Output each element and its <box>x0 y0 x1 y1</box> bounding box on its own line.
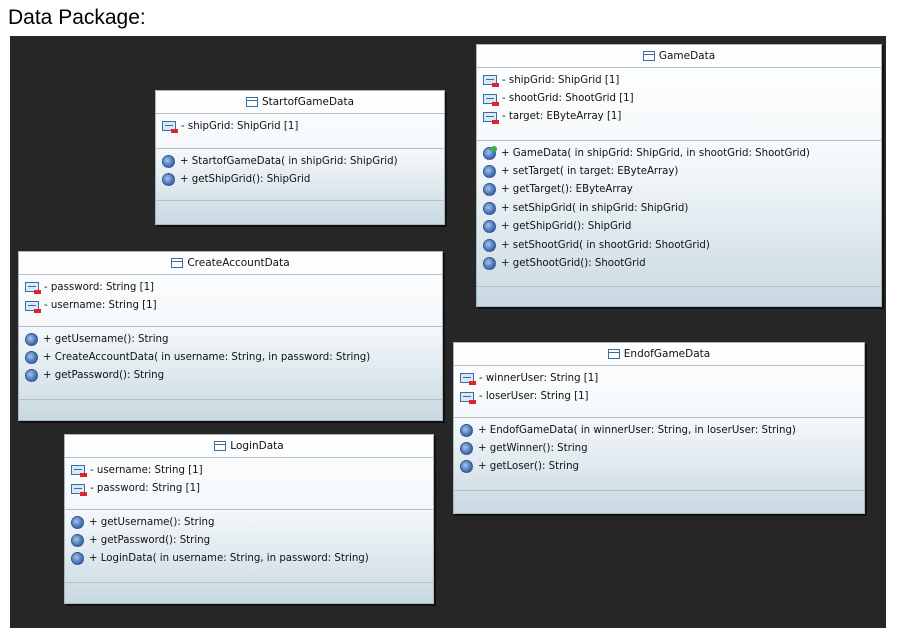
operations-compartment: + StartofGameData( in shipGrid: ShipGrid… <box>156 149 444 201</box>
operation-row[interactable]: + EndofGameData( in winnerUser: String, … <box>460 421 860 439</box>
operation-row[interactable]: + getUsername(): String <box>71 513 429 531</box>
public-operation-icon <box>483 183 496 197</box>
attribute-row[interactable]: - target: EByteArray [1] <box>483 108 877 126</box>
operation-row[interactable]: + StartofGameData( in shipGrid: ShipGrid… <box>162 152 440 170</box>
public-operation-icon <box>483 238 496 252</box>
operation-row[interactable]: + getPassword(): String <box>25 367 438 385</box>
public-operation-icon <box>71 552 84 566</box>
attributes-compartment: - username: String [1] - password: Strin… <box>65 458 433 510</box>
attributes-compartment: - winnerUser: String [1] - loserUser: St… <box>454 366 864 418</box>
class-icon <box>642 51 655 61</box>
operation-row[interactable]: + setShipGrid( in shipGrid: ShipGrid) <box>483 199 877 217</box>
operations-compartment: + getUsername(): String + getPassword():… <box>65 510 433 583</box>
class-logindata[interactable]: LoginData - username: String [1] - passw… <box>64 434 434 604</box>
public-operation-icon <box>71 534 84 548</box>
class-name: EndofGameData <box>623 348 711 360</box>
private-attribute-icon <box>71 465 87 478</box>
operation-row[interactable]: + getPassword(): String <box>71 531 429 549</box>
attribute-row[interactable]: - username: String [1] <box>25 296 438 314</box>
class-icon <box>245 97 258 107</box>
public-operation-icon <box>483 257 496 271</box>
private-attribute-icon <box>460 373 476 386</box>
attribute-row[interactable]: - loserUser: String [1] <box>460 387 860 405</box>
operation-row[interactable]: + GameData( in shipGrid: ShipGrid, in sh… <box>483 144 877 162</box>
private-attribute-icon <box>483 111 499 124</box>
operations-compartment: + GameData( in shipGrid: ShipGrid, in sh… <box>477 141 881 287</box>
attributes-compartment: - shipGrid: ShipGrid [1] - shootGrid: Sh… <box>477 68 881 141</box>
class-icon <box>214 441 227 451</box>
operation-row[interactable]: + setTarget( in target: EByteArray) <box>483 162 877 180</box>
class-name: CreateAccountData <box>187 257 290 269</box>
operation-row[interactable]: + LoginData( in username: String, in pas… <box>71 550 429 568</box>
operations-compartment: + EndofGameData( in winnerUser: String, … <box>454 418 864 491</box>
public-operation-icon <box>483 220 496 234</box>
private-attribute-icon <box>25 282 41 295</box>
class-name: StartofGameData <box>261 96 355 108</box>
operation-row[interactable]: + CreateAccountData( in username: String… <box>25 348 438 366</box>
operation-row[interactable]: + getShipGrid(): ShipGrid <box>162 170 440 188</box>
public-operation-icon <box>483 201 496 215</box>
operation-row[interactable]: + getShootGrid(): ShootGrid <box>483 254 877 272</box>
operations-compartment: + getUsername(): String + CreateAccountD… <box>19 327 442 400</box>
private-attribute-icon <box>162 121 178 134</box>
operation-row[interactable]: + getWinner(): String <box>460 439 860 457</box>
attribute-row[interactable]: - password: String [1] <box>71 479 429 497</box>
private-attribute-icon <box>483 75 499 88</box>
attribute-row[interactable]: - username: String [1] <box>71 461 429 479</box>
public-operation-icon <box>162 173 175 187</box>
diagram-canvas: GameData - shipGrid: ShipGrid [1] - shoo… <box>10 36 886 628</box>
private-attribute-icon <box>460 391 476 404</box>
attributes-compartment: - shipGrid: ShipGrid [1] <box>156 114 444 149</box>
class-icon <box>171 258 184 268</box>
attribute-row[interactable]: - shootGrid: ShootGrid [1] <box>483 89 877 107</box>
public-operation-icon <box>483 165 496 179</box>
public-operation-icon <box>460 460 473 474</box>
page-title: Data Package: <box>8 6 146 29</box>
public-operation-icon <box>460 423 473 437</box>
private-attribute-icon <box>71 483 87 496</box>
class-createaccountdata[interactable]: CreateAccountData - password: String [1]… <box>18 251 443 421</box>
class-name: GameData <box>658 50 716 62</box>
operation-row[interactable]: + getTarget(): EByteArray <box>483 181 877 199</box>
public-operation-icon <box>25 351 38 365</box>
attribute-row[interactable]: - shipGrid: ShipGrid [1] <box>162 117 440 135</box>
public-operation-icon <box>25 369 38 383</box>
class-startofgamedata[interactable]: StartofGameData - shipGrid: ShipGrid [1]… <box>155 90 445 225</box>
class-gamedata[interactable]: GameData - shipGrid: ShipGrid [1] - shoo… <box>476 44 882 307</box>
class-icon <box>607 349 620 359</box>
public-operation-icon <box>460 442 473 456</box>
public-operation-icon <box>71 515 84 529</box>
operation-row[interactable]: + getUsername(): String <box>25 330 438 348</box>
constructor-icon <box>483 145 497 160</box>
attribute-row[interactable]: - winnerUser: String [1] <box>460 369 860 387</box>
public-operation-icon <box>25 332 38 346</box>
attributes-compartment: - password: String [1] - username: Strin… <box>19 275 442 327</box>
private-attribute-icon <box>25 300 41 313</box>
attribute-row[interactable]: - shipGrid: ShipGrid [1] <box>483 71 877 89</box>
class-endofgamedata[interactable]: EndofGameData - winnerUser: String [1] -… <box>453 342 865 514</box>
private-attribute-icon <box>483 93 499 106</box>
operation-row[interactable]: + setShootGrid( in shootGrid: ShootGrid) <box>483 236 877 254</box>
operation-row[interactable]: + getLoser(): String <box>460 458 860 476</box>
public-operation-icon <box>162 154 175 168</box>
class-name: LoginData <box>230 440 284 452</box>
operation-row[interactable]: + getShipGrid(): ShipGrid <box>483 218 877 236</box>
attribute-row[interactable]: - password: String [1] <box>25 278 438 296</box>
